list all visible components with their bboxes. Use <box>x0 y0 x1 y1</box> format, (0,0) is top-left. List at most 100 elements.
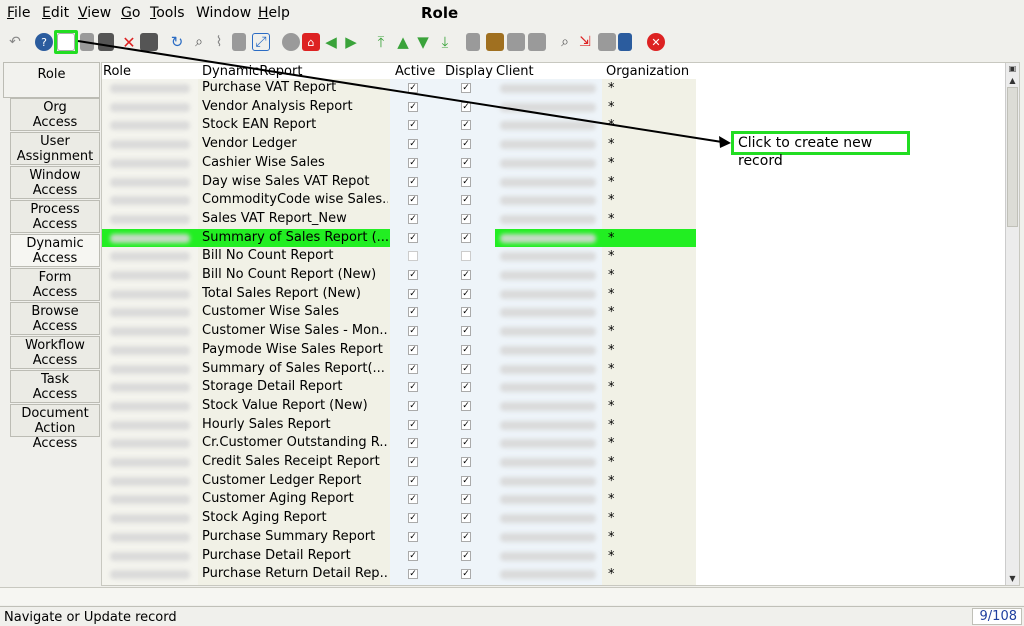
menu-tools[interactable]: Tools <box>150 5 185 21</box>
organization-cell[interactable]: * <box>608 100 615 115</box>
end-icon[interactable]: ✕ <box>647 33 665 51</box>
display-checkbox[interactable]: ✓ <box>461 83 471 93</box>
table-row[interactable]: Sales VAT Report_New ✓ ✓ * <box>102 210 702 229</box>
organization-cell[interactable]: * <box>608 305 615 320</box>
active-checkbox[interactable]: ✓ <box>408 419 418 430</box>
report-cell[interactable]: Hourly Sales Report <box>202 417 388 432</box>
first-icon[interactable]: ⤒ <box>372 33 390 51</box>
tab-dynamic-access[interactable]: Dynamic Access <box>10 234 100 267</box>
organization-cell[interactable]: * <box>608 324 615 339</box>
report-cell[interactable]: Stock EAN Report <box>202 117 388 132</box>
active-checkbox[interactable]: ✓ <box>408 326 418 337</box>
report-cell[interactable]: Stock Value Report (New) <box>202 398 388 413</box>
table-row[interactable]: Cashier Wise Sales ✓ ✓ * <box>102 154 702 173</box>
active-checkbox[interactable]: ✓ <box>408 288 418 299</box>
delete-selection-icon[interactable] <box>140 33 158 51</box>
organization-cell[interactable]: * <box>608 399 615 414</box>
organization-cell[interactable]: * <box>608 175 615 190</box>
display-checkbox[interactable]: ✓ <box>461 494 471 505</box>
report-cell[interactable]: Sales VAT Report_New <box>202 211 388 226</box>
tab-form-access[interactable]: Form Access <box>10 268 100 301</box>
display-checkbox[interactable]: ✓ <box>461 419 471 430</box>
active-checkbox[interactable]: ✓ <box>408 270 418 280</box>
menu-file[interactable]: File <box>7 5 30 21</box>
report-cell[interactable]: Stock Aging Report <box>202 510 388 525</box>
display-checkbox[interactable]: ✓ <box>461 139 471 150</box>
display-checkbox[interactable]: ✓ <box>461 288 471 299</box>
grid-toggle-icon[interactable]: ⤢ <box>252 33 270 51</box>
active-checkbox[interactable]: ✓ <box>408 120 418 131</box>
table-row[interactable]: Vendor Ledger ✓ ✓ * <box>102 135 702 154</box>
active-checkbox[interactable]: ✓ <box>408 531 418 542</box>
table-row[interactable]: Customer Ledger Report ✓ ✓ * <box>102 472 702 491</box>
scroll-thumb[interactable] <box>1007 87 1018 227</box>
active-checkbox[interactable]: ✓ <box>408 195 418 206</box>
table-row[interactable]: Purchase VAT Report ✓ ✓ * <box>102 79 702 98</box>
chat-icon[interactable] <box>232 33 246 51</box>
display-checkbox[interactable]: ✓ <box>461 475 471 486</box>
display-checkbox[interactable]: ✓ <box>461 382 471 393</box>
save-icon[interactable] <box>98 33 114 51</box>
active-checkbox[interactable]: ✓ <box>408 157 418 168</box>
scroll-menu-icon[interactable]: ▣ <box>1006 63 1019 75</box>
attachment-icon[interactable]: ⌇ <box>210 33 228 51</box>
table-row[interactable]: Bill No Count Report * <box>102 247 702 266</box>
organization-cell[interactable]: * <box>608 231 615 246</box>
table-row[interactable]: Customer Wise Sales ✓ ✓ * <box>102 303 702 322</box>
display-checkbox[interactable]: ✓ <box>461 400 471 411</box>
header-display[interactable]: Display <box>445 64 493 79</box>
report-cell[interactable]: Customer Wise Sales - Mon... <box>202 323 388 338</box>
header-role[interactable]: Role <box>103 64 131 79</box>
table-row[interactable]: Stock Aging Report ✓ ✓ * <box>102 509 702 528</box>
organization-cell[interactable]: * <box>608 156 615 171</box>
organization-cell[interactable]: * <box>608 418 615 433</box>
organization-cell[interactable]: * <box>608 380 615 395</box>
display-checkbox[interactable]: ✓ <box>461 344 471 355</box>
active-checkbox[interactable]: ✓ <box>408 213 418 224</box>
display-checkbox[interactable]: ✓ <box>461 101 471 112</box>
report-cell[interactable]: Purchase Return Detail Rep... <box>202 566 388 581</box>
active-checkbox[interactable]: ✓ <box>408 363 418 374</box>
display-checkbox[interactable]: ✓ <box>461 550 471 561</box>
table-row[interactable]: Summary of Sales Report (... ✓ ✓ * <box>102 228 702 248</box>
organization-cell[interactable]: * <box>608 511 615 526</box>
report-cell[interactable]: Customer Ledger Report <box>202 473 388 488</box>
product-info-icon[interactable] <box>598 33 616 51</box>
report-cell[interactable]: Customer Aging Report <box>202 491 388 506</box>
table-row[interactable]: Total Sales Report (New) ✓ ✓ * <box>102 285 702 304</box>
report-cell[interactable]: Summary of Sales Report(... <box>202 361 388 376</box>
display-checkbox[interactable]: ✓ <box>461 438 471 449</box>
vertical-scrollbar[interactable]: ▣ ▲ ▼ <box>1005 63 1019 585</box>
organization-cell[interactable]: * <box>608 567 615 582</box>
header-active[interactable]: Active <box>395 64 435 79</box>
table-row[interactable]: Purchase Return Detail Rep... ✓ ✓ * <box>102 565 702 584</box>
tab-document-action-access[interactable]: Document Action Access <box>10 404 100 451</box>
active-checkbox[interactable]: ✓ <box>408 139 418 150</box>
last-icon[interactable]: ⤓ <box>436 33 454 51</box>
report-cell[interactable]: Summary of Sales Report (... <box>202 230 388 245</box>
display-checkbox[interactable]: ✓ <box>461 307 471 318</box>
active-checkbox[interactable]: ✓ <box>408 513 418 524</box>
table-row[interactable]: Purchase Summary Report ✓ ✓ * <box>102 528 702 547</box>
table-row[interactable]: Summary of Sales Report(... ✓ ✓ * <box>102 360 702 379</box>
report-cell[interactable]: CommodityCode wise Sales... <box>202 192 388 207</box>
table-row[interactable]: Credit Sales Receipt Report ✓ ✓ * <box>102 453 702 472</box>
organization-cell[interactable]: * <box>608 436 615 451</box>
active-checkbox[interactable]: ✓ <box>408 438 418 449</box>
active-checkbox[interactable]: ✓ <box>408 344 418 355</box>
display-checkbox[interactable]: ✓ <box>461 531 471 542</box>
organization-cell[interactable]: * <box>608 362 615 377</box>
tab-task-access[interactable]: Task Access <box>10 370 100 403</box>
report-cell[interactable]: Purchase VAT Report <box>202 80 388 95</box>
active-checkbox[interactable]: ✓ <box>408 569 418 580</box>
tab-workflow-access[interactable]: Workflow Access <box>10 336 100 369</box>
delete-icon[interactable]: ✕ <box>120 33 138 52</box>
active-checkbox[interactable]: ✓ <box>408 494 418 505</box>
active-checkbox[interactable] <box>408 251 418 262</box>
table-row[interactable]: Stock EAN Report ✓ ✓ * <box>102 116 702 135</box>
active-checkbox[interactable]: ✓ <box>408 457 418 467</box>
table-row[interactable]: Customer Wise Sales - Mon... ✓ ✓ * <box>102 322 702 341</box>
table-row[interactable]: Day wise Sales VAT Repot ✓ ✓ * <box>102 173 702 192</box>
organization-cell[interactable]: * <box>608 530 615 545</box>
previous-icon[interactable]: ▲ <box>394 33 412 51</box>
